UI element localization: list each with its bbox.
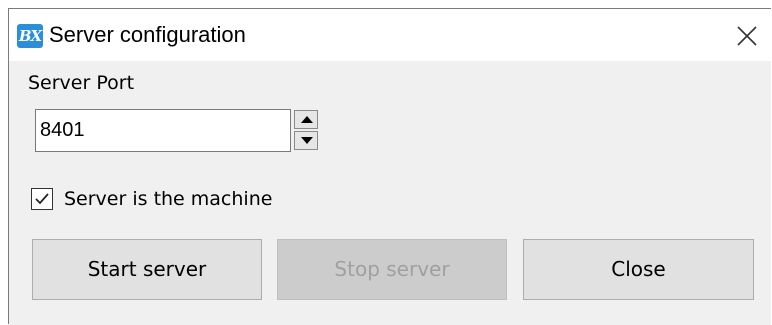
server-configuration-window: BX Server configuration Server Port 8401	[8, 8, 771, 325]
app-logo-icon: BX	[17, 24, 43, 48]
server-port-input[interactable]: 8401	[35, 109, 291, 152]
arrow-up-icon	[301, 116, 313, 123]
checkmark-icon	[35, 193, 49, 205]
server-is-machine-label: Server is the machine	[64, 188, 273, 210]
spinner-down-button[interactable]	[294, 131, 318, 150]
server-is-machine-checkbox[interactable]	[31, 188, 53, 210]
close-button[interactable]: Close	[523, 239, 754, 300]
title-bar: BX Server configuration	[9, 9, 771, 61]
start-server-button[interactable]: Start server	[32, 239, 262, 300]
dialog-body: Server Port 8401 Server is the machine S…	[9, 61, 771, 325]
stop-server-button[interactable]: Stop server	[277, 239, 507, 300]
window-title: Server configuration	[49, 22, 246, 47]
arrow-down-icon	[301, 137, 313, 144]
port-spinner	[294, 110, 320, 152]
spinner-up-button[interactable]	[294, 110, 318, 129]
server-port-label: Server Port	[28, 72, 135, 94]
close-icon[interactable]	[733, 22, 761, 50]
